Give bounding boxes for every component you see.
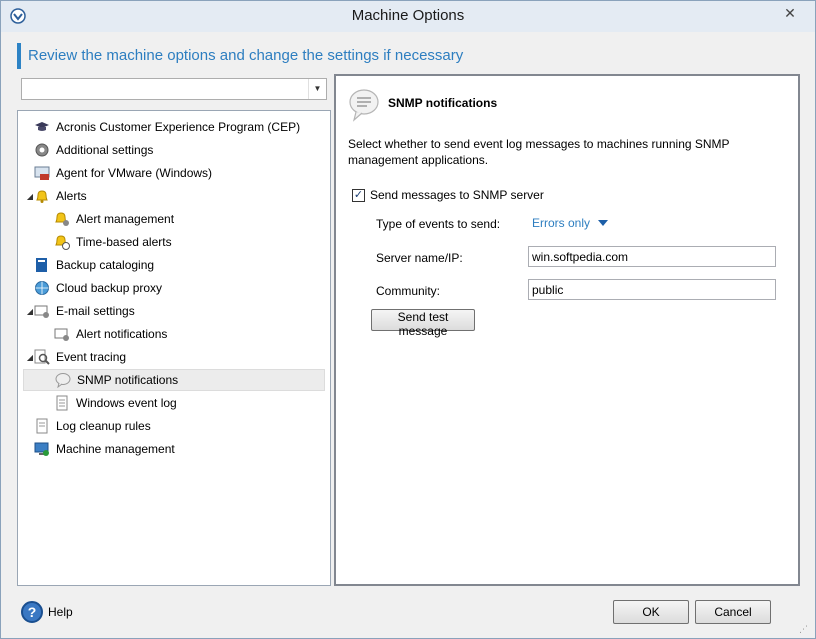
left-panel: ▼ Acronis Customer Experience Program (C… [17,74,331,586]
settings-gear-icon [34,142,50,158]
send-messages-row[interactable]: ✓ Send messages to SNMP server [352,188,544,202]
tree-item-label: Alert management [76,212,175,226]
tree-item-label: SNMP notifications [77,373,179,387]
section-description: Select whether to send event log message… [348,137,730,167]
chevron-down-icon[interactable]: ▼ [308,79,326,99]
tree-item-label: Windows event log [76,396,177,410]
tree-item-label: Event tracing [56,350,127,364]
machine-options-window: Machine Options ✕ Review the machine opt… [0,0,816,639]
speech-bubble-icon [55,372,71,389]
filter-combo[interactable]: ▼ [21,78,327,100]
tree-item-label: Alerts [56,189,87,203]
send-messages-label: Send messages to SNMP server [370,188,544,202]
send-messages-checkbox[interactable]: ✓ [352,188,365,202]
accent-bar [17,43,21,69]
tree-item-label: Agent for VMware (Windows) [56,166,213,180]
tree-item-alert-management[interactable]: Alert management [54,208,174,230]
header-instruction: Review the machine options and change th… [28,47,464,64]
window-title: Machine Options [351,7,465,24]
tree-item-label: Cloud backup proxy [56,281,163,295]
bell-settings-icon [54,211,70,227]
tree-item-alerts[interactable]: ◢ Alerts [27,185,87,207]
tree-item-label: Time-based alerts [76,235,172,249]
tree-item-alert-notifications[interactable]: Alert notifications [54,323,167,345]
close-icon: ✕ [784,5,796,21]
send-test-message-button[interactable]: Send test message [371,309,475,338]
tree-item-label: Acronis Customer Experience Program (CEP… [56,120,301,134]
bell-icon [34,188,50,204]
tree-item-label: Backup cataloging [56,258,155,272]
tree-item-event-tracing[interactable]: ◢ Event tracing [27,346,127,368]
ok-button[interactable]: OK [613,600,689,624]
tree-item-log-cleanup-rules[interactable]: Log cleanup rules [34,415,151,437]
section-title: SNMP notifications [388,96,498,110]
options-tree: Acronis Customer Experience Program (CEP… [17,110,331,586]
help-link[interactable]: Help [48,605,73,619]
tree-item-acronis-customer-experience-program-cep[interactable]: Acronis Customer Experience Program (CEP… [34,116,300,138]
community-label: Community: [376,284,441,298]
alert-email-icon [54,326,70,342]
tree-item-label: Machine management [56,442,175,456]
bell-clock-icon [54,234,70,250]
catalog-book-icon [34,257,50,273]
tree-item-windows-event-log[interactable]: Windows event log [54,392,177,414]
dropdown-arrow-icon [598,220,609,226]
events-type-label: Type of events to send: [376,217,501,231]
right-panel: SNMP notifications Select whether to sen… [334,74,800,586]
tree-item-cloud-backup-proxy[interactable]: Cloud backup proxy [34,277,162,299]
vmware-agent-icon [34,165,50,181]
server-name-label: Server name/IP: [376,251,463,265]
tree-item-machine-management[interactable]: Machine management [34,438,175,460]
tree-item-snmp-notifications[interactable]: SNMP notifications [23,369,325,391]
footer: ? Help OK Cancel ⋰ [1,593,815,638]
server-name-input[interactable] [528,246,776,267]
title-bar: Machine Options ✕ [1,1,815,32]
log-document-icon [54,395,70,411]
globe-icon [34,280,50,296]
checkmark-icon: ✓ [353,188,364,201]
tree-item-time-based-alerts[interactable]: Time-based alerts [54,231,172,253]
tree-item-label: E-mail settings [56,304,135,318]
tree-item-label: Log cleanup rules [56,419,151,433]
cancel-button[interactable]: Cancel [695,600,771,624]
community-input[interactable] [528,279,776,300]
magnifier-icon [34,349,50,365]
resize-grip-icon[interactable]: ⋰ [799,624,809,634]
email-settings-icon [34,303,50,319]
tree-item-label: Additional settings [56,143,154,157]
close-button[interactable]: ✕ [775,3,805,23]
tree-item-e-mail-settings[interactable]: ◢ E-mail settings [27,300,135,322]
help-icon[interactable]: ? [21,601,43,623]
tree-item-agent-for-vmware-windows[interactable]: Agent for VMware (Windows) [34,162,212,184]
header-area: Review the machine options and change th… [11,32,807,72]
tree-item-label: Alert notifications [76,327,168,341]
events-type-dropdown[interactable]: Errors only [532,216,609,230]
tree-item-backup-cataloging[interactable]: Backup cataloging [34,254,154,276]
events-type-value: Errors only [532,216,591,230]
snmp-bubble-icon [349,89,379,122]
log-cleanup-icon [34,418,50,434]
graduation-cap-icon [34,119,50,135]
machine-icon [34,441,50,457]
tree-item-additional-settings[interactable]: Additional settings [34,139,153,161]
